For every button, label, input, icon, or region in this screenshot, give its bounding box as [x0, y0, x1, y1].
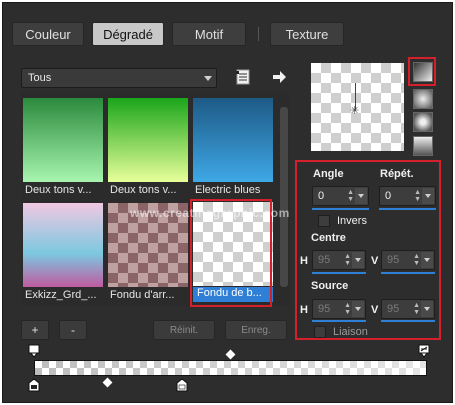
- repeat-slider[interactable]: [379, 208, 436, 210]
- center-v-label: V: [371, 255, 379, 267]
- repeat-label: Répét.: [380, 168, 414, 180]
- reset-button[interactable]: Réinit.: [153, 320, 215, 340]
- top-right-stop-icon[interactable]: [418, 344, 430, 358]
- gradient-label: Electric blues: [195, 184, 261, 196]
- chevron-down-icon[interactable]: [352, 301, 364, 317]
- spinner-arrows-icon[interactable]: ▲ ▼: [413, 253, 420, 267]
- source-v-label: V: [371, 304, 379, 316]
- gradient-thumb[interactable]: Exkizz_Grd_...: [23, 203, 103, 307]
- gradient-label: Deux tons v...: [25, 184, 92, 196]
- angle-slider[interactable]: [312, 208, 369, 210]
- source-v-slider[interactable]: [381, 320, 435, 322]
- gradient-thumb[interactable]: Deux tons v...: [23, 98, 103, 202]
- spinner-arrows-icon[interactable]: ▲ ▼: [344, 253, 351, 267]
- gradient-label: Fondu d'arr...: [110, 289, 175, 301]
- gradient-label: Exkizz_Grd_...: [25, 289, 97, 301]
- link-checkbox[interactable]: [314, 326, 326, 338]
- watermark: www.creatinegraphic.com: [130, 206, 290, 220]
- remove-gradient-button[interactable]: -: [59, 320, 87, 340]
- angle-value: 0: [318, 190, 325, 202]
- chevron-down-icon: [204, 76, 212, 81]
- bottom-middle-stop-icon[interactable]: [176, 378, 188, 392]
- center-h-value: 95: [318, 254, 331, 266]
- center-h-slider[interactable]: [312, 272, 366, 274]
- gradient-thumb[interactable]: Deux tons v...: [108, 98, 188, 202]
- source-h-value: 95: [318, 303, 331, 315]
- repeat-value: 0: [385, 190, 392, 202]
- invert-checkbox[interactable]: [318, 215, 330, 227]
- sunburst-style-button[interactable]: [413, 136, 433, 156]
- category-select-value: Tous: [28, 72, 52, 84]
- gradient-preview[interactable]: ✳: [311, 63, 404, 151]
- source-h-slider[interactable]: [312, 320, 366, 322]
- gradient-swatch: [108, 98, 188, 182]
- repeat-input[interactable]: 0 ▲ ▼: [379, 186, 436, 206]
- source-h-label: H: [300, 304, 308, 316]
- gradient-swatch: [23, 203, 103, 287]
- save-button[interactable]: Enreg.: [225, 320, 287, 340]
- angle-label: Angle: [313, 168, 344, 180]
- gradient-ramp[interactable]: [34, 360, 427, 376]
- gradient-thumb[interactable]: Electric blues: [193, 98, 273, 202]
- source-h-input[interactable]: 95 ▲ ▼: [312, 299, 366, 319]
- source-v-input[interactable]: 95 ▲ ▼: [381, 299, 435, 319]
- gradient-label: Deux tons v...: [110, 184, 177, 196]
- center-marker-icon: ✳: [350, 105, 360, 117]
- spinner-arrows-icon[interactable]: ▲ ▼: [344, 302, 351, 316]
- source-label: Source: [311, 280, 349, 292]
- gradient-swatch: [193, 98, 273, 182]
- tab-couleur[interactable]: Couleur: [12, 22, 84, 46]
- chevron-down-icon[interactable]: [421, 252, 433, 268]
- tab-degrade[interactable]: Dégradé: [92, 22, 164, 46]
- chevron-down-icon[interactable]: [352, 252, 364, 268]
- top-left-stop-icon[interactable]: [28, 344, 40, 358]
- spinner-arrows-icon[interactable]: ▲ ▼: [414, 189, 421, 203]
- linear-style-button[interactable]: [413, 62, 433, 82]
- bottom-left-stop-icon[interactable]: [28, 378, 40, 392]
- gradient-swatch: [23, 98, 103, 182]
- center-label: Centre: [311, 232, 346, 244]
- angle-input[interactable]: 0 ▲ ▼: [312, 186, 369, 206]
- tab-texture[interactable]: Texture: [270, 22, 344, 46]
- tab-separator: [258, 27, 259, 41]
- category-select[interactable]: Tous: [21, 68, 217, 88]
- list-view-icon[interactable]: [235, 69, 251, 85]
- tab-motif[interactable]: Motif: [172, 22, 246, 46]
- link-label: Liaison: [333, 326, 368, 338]
- source-v-value: 95: [387, 303, 400, 315]
- spinner-arrows-icon[interactable]: ▲ ▼: [413, 302, 420, 316]
- spinner-arrows-icon[interactable]: ▲ ▼: [347, 189, 354, 203]
- chevron-down-icon[interactable]: [421, 301, 433, 317]
- chevron-down-icon[interactable]: [355, 188, 367, 204]
- arrow-right-icon[interactable]: [271, 69, 287, 85]
- grid-scrollbar[interactable]: [278, 93, 290, 306]
- center-h-input[interactable]: 95 ▲ ▼: [312, 250, 366, 270]
- center-v-value: 95: [387, 254, 400, 266]
- rectangular-style-button[interactable]: [413, 89, 433, 109]
- center-h-label: H: [300, 255, 308, 267]
- center-v-slider[interactable]: [381, 272, 435, 274]
- add-gradient-button[interactable]: +: [21, 320, 49, 340]
- center-v-input[interactable]: 95 ▲ ▼: [381, 250, 435, 270]
- chevron-down-icon[interactable]: [422, 188, 434, 204]
- radial-style-button[interactable]: [413, 112, 433, 132]
- invert-label: Invers: [337, 215, 367, 227]
- scrollbar-thumb[interactable]: [280, 107, 288, 287]
- gradient-ramp-fill: [35, 361, 426, 375]
